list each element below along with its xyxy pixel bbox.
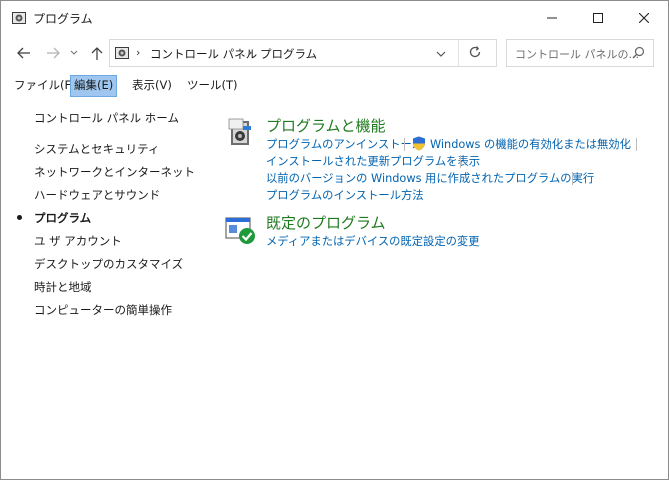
maximize-button[interactable] xyxy=(575,1,621,35)
window-title: プログラム xyxy=(33,12,93,26)
up-arrow-icon xyxy=(91,47,103,60)
link-uninstall-program[interactable]: プログラムのアンインストール xyxy=(266,136,423,152)
refresh-button[interactable] xyxy=(468,45,482,62)
menu-view[interactable]: 表示(V) xyxy=(129,75,175,95)
forward-arrow-icon xyxy=(47,47,60,59)
link-media-device-defaults[interactable]: メディアまたはデバイスの既定設定の変更 xyxy=(266,233,480,249)
default-programs-icon[interactable] xyxy=(225,215,257,250)
breadcrumb-control-panel[interactable]: コントロール パネル xyxy=(150,46,257,62)
sidebar-item-user-accounts[interactable]: ユ ザ アカウント xyxy=(34,233,122,249)
sidebar-item-control-panel-home[interactable]: コントロール パネル ホーム xyxy=(34,110,179,126)
address-dropdown-button[interactable] xyxy=(436,47,446,61)
current-page-bullet xyxy=(17,215,22,220)
refresh-icon xyxy=(469,46,481,58)
breadcrumb-chevron-icon[interactable]: › xyxy=(248,46,252,59)
sidebar-item-programs: プログラム xyxy=(34,211,92,225)
chevron-down-icon xyxy=(70,50,78,55)
address-bar[interactable]: › コントロール パネル › プログラム xyxy=(109,39,497,67)
minimize-button[interactable] xyxy=(529,1,575,35)
close-button[interactable] xyxy=(621,1,667,35)
control-panel-icon xyxy=(114,45,130,61)
search-box[interactable]: コントロール パネルの... xyxy=(506,39,654,67)
control-panel-icon xyxy=(11,10,27,26)
link-how-to-install[interactable]: プログラムのインストール方法 xyxy=(266,187,424,203)
category-title-default-programs[interactable]: 既定のプログラム xyxy=(266,212,386,233)
menu-file[interactable]: ファイル(F) xyxy=(11,75,79,95)
uac-shield-icon xyxy=(412,136,426,154)
programs-features-icon[interactable] xyxy=(227,117,253,150)
back-button[interactable] xyxy=(16,45,32,61)
up-button[interactable] xyxy=(89,45,105,61)
sidebar-item-hardware-sound[interactable]: ハードウェアとサウンド xyxy=(34,187,160,203)
breadcrumb-programs[interactable]: プログラム xyxy=(260,46,317,62)
recent-locations-button[interactable] xyxy=(69,45,79,61)
sidebar-item-clock-region[interactable]: 時計と地域 xyxy=(34,279,92,295)
search-icon[interactable] xyxy=(632,46,645,62)
link-separator xyxy=(404,138,405,151)
forward-button[interactable] xyxy=(45,45,61,61)
title-bar: プログラム xyxy=(1,1,668,35)
link-separator xyxy=(636,138,637,151)
sidebar-item-system-security[interactable]: システムとセキュリティ xyxy=(34,141,159,157)
link-run-older-programs[interactable]: 以前のバージョンの Windows 用に作成されたプログラムの実行 xyxy=(266,170,594,186)
breadcrumb-chevron-icon[interactable]: › xyxy=(136,46,140,59)
link-view-installed-updates[interactable]: インストールされた更新プログラムを表示 xyxy=(266,153,480,169)
menu-edit[interactable]: 編集(E) xyxy=(70,75,118,97)
link-windows-features[interactable]: Windows の機能の有効化または無効化 xyxy=(430,136,631,152)
link-separator xyxy=(572,172,573,185)
menu-tools[interactable]: ツール(T) xyxy=(184,75,241,95)
close-icon xyxy=(639,13,649,23)
content-area: コントロール パネル ホーム システムとセキュリティ ネットワークとインターネッ… xyxy=(1,97,668,479)
sidebar-item-ease-of-access[interactable]: コンピューターの簡単操作 xyxy=(34,302,172,318)
sidebar-item-network-internet[interactable]: ネットワークとインターネット xyxy=(34,164,195,180)
sidebar-item-appearance[interactable]: デスクトップのカスタマイズ xyxy=(34,256,183,272)
link-separator xyxy=(460,155,461,168)
divider xyxy=(458,40,459,66)
minimize-icon xyxy=(547,17,557,19)
navigation-bar: › コントロール パネル › プログラム コントロール パネルの... xyxy=(1,37,668,69)
window: プログラム › コントロール パネル › プログラム コントロール パネルの..… xyxy=(0,0,669,480)
maximize-icon xyxy=(593,13,603,23)
back-arrow-icon xyxy=(17,47,30,59)
search-input[interactable]: コントロール パネルの... xyxy=(515,46,639,62)
category-title-programs-features[interactable]: プログラムと機能 xyxy=(266,115,386,136)
chevron-down-icon xyxy=(436,51,446,57)
menu-bar: ファイル(F) 編集(E) 表示(V) ツール(T) xyxy=(1,75,668,97)
